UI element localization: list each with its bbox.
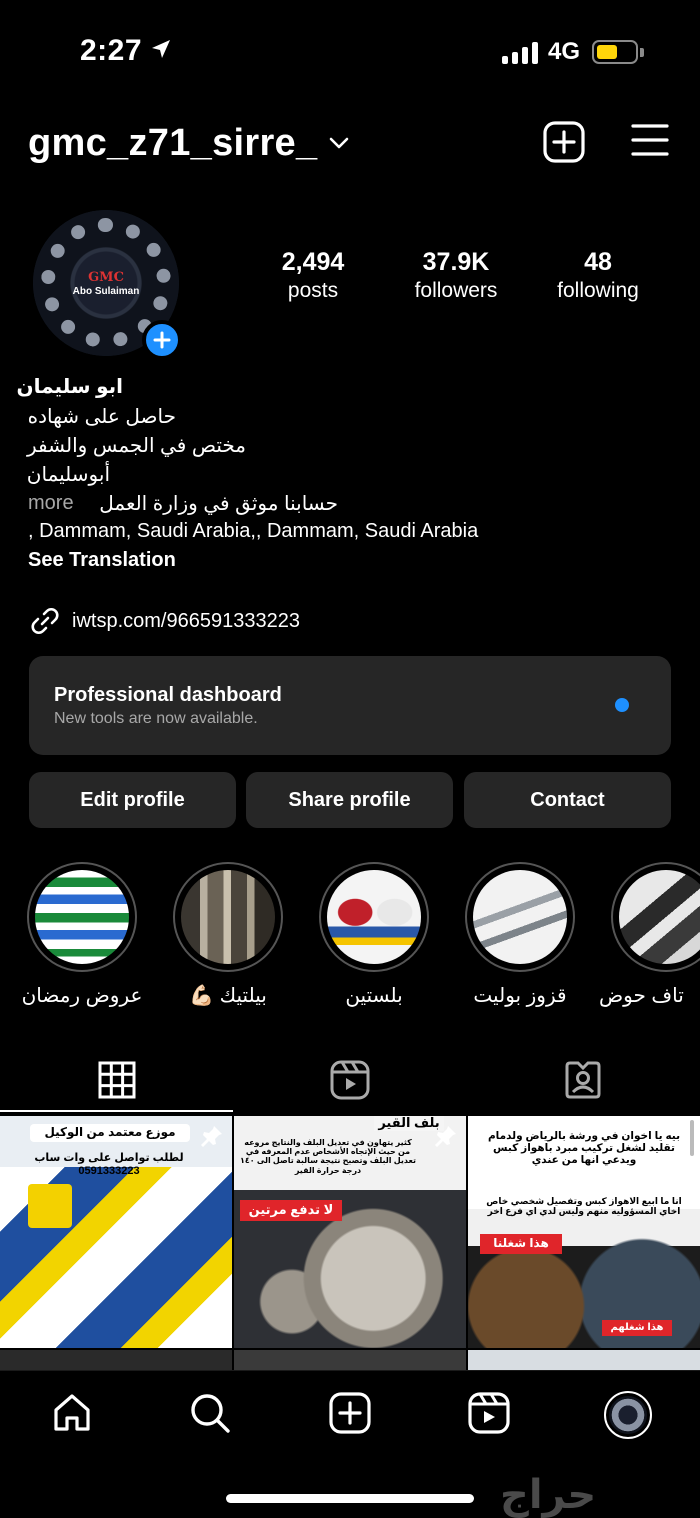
dashboard-subtitle: New tools are now available. bbox=[54, 710, 258, 727]
post-caption: بيه يا اخوان في ورشة بالرياض ولدمام تقلي… bbox=[487, 1130, 681, 1167]
battery-tip bbox=[640, 48, 644, 57]
stat-value: 48 bbox=[584, 248, 612, 276]
status-time: 2:27 bbox=[80, 34, 143, 67]
chevron-down-icon[interactable] bbox=[328, 136, 350, 150]
menu-icon[interactable] bbox=[630, 122, 670, 158]
highlight-label: بلستين bbox=[345, 985, 403, 1007]
tab-posts-grid[interactable] bbox=[0, 1050, 233, 1110]
tab-tagged[interactable] bbox=[466, 1050, 699, 1110]
post-badge: لا تدفع مرتين bbox=[240, 1200, 342, 1221]
scroll-indicator bbox=[690, 1120, 694, 1156]
plus-square-icon[interactable] bbox=[542, 120, 586, 164]
see-translation-link[interactable]: See Translation bbox=[28, 549, 176, 572]
contact-button[interactable]: Contact bbox=[464, 772, 671, 828]
reels-icon bbox=[330, 1060, 369, 1100]
qr-code bbox=[28, 1184, 72, 1228]
bio-line: حاصل على شهاده bbox=[27, 406, 176, 428]
reels-icon[interactable] bbox=[467, 1391, 511, 1435]
plus-icon bbox=[153, 331, 171, 349]
stat-followers[interactable]: 37.9K followers bbox=[400, 248, 512, 303]
location-arrow-icon bbox=[152, 40, 170, 58]
post-badge: هذا شغلنا bbox=[480, 1234, 562, 1254]
stat-posts[interactable]: 2,494 posts bbox=[262, 248, 364, 303]
avatar-brand: GMC bbox=[88, 270, 124, 285]
highlight-cover bbox=[473, 870, 567, 964]
post-thumbnail[interactable] bbox=[468, 1350, 700, 1370]
profile-tab-avatar[interactable] bbox=[604, 1391, 652, 1439]
highlight-label: بيلتيك 💪🏻 bbox=[189, 985, 267, 1007]
post-thumbnail[interactable]: بلف القير كثير يتهاون في تعديل البلف وال… bbox=[234, 1116, 466, 1348]
home-icon[interactable] bbox=[50, 1391, 94, 1435]
profile-tabs bbox=[0, 1050, 700, 1110]
stat-label: followers bbox=[414, 279, 498, 302]
highlight-label: تاف حوض bbox=[599, 985, 684, 1007]
pin-icon bbox=[435, 1126, 456, 1147]
professional-dashboard-card[interactable]: Professional dashboard New tools are now… bbox=[29, 656, 671, 755]
network-type: 4G bbox=[548, 38, 581, 65]
watermark-logo: حراج bbox=[500, 1472, 597, 1518]
bio-line: مختص في الجمس والشفر bbox=[27, 435, 246, 457]
add-story-button[interactable] bbox=[142, 320, 182, 360]
notification-dot bbox=[615, 698, 629, 712]
status-bar: 2:27 4G bbox=[0, 0, 700, 100]
active-tab-indicator bbox=[0, 1110, 233, 1112]
dashboard-title: Professional dashboard bbox=[54, 684, 282, 706]
grid-icon bbox=[98, 1061, 135, 1099]
stat-value: 37.9K bbox=[422, 248, 490, 276]
stat-value: 2,494 bbox=[281, 248, 345, 276]
more-link[interactable]: more bbox=[28, 492, 74, 515]
highlight-cover bbox=[181, 870, 275, 964]
create-icon[interactable] bbox=[328, 1391, 372, 1435]
link-icon bbox=[31, 608, 59, 634]
highlight-item[interactable]: تاف حوض bbox=[599, 862, 700, 1007]
highlight-item[interactable]: بلستين bbox=[319, 862, 429, 1007]
website-link[interactable]: iwtsp.com/966591333223 bbox=[28, 604, 300, 638]
search-icon[interactable] bbox=[188, 1391, 232, 1435]
highlight-item[interactable]: بيلتيك 💪🏻 bbox=[173, 862, 283, 1007]
post-caption: انا ما ابيع الاهواز كبس وتفصيل شخصي خاص … bbox=[486, 1196, 682, 1217]
signal-strength-icon bbox=[502, 42, 538, 64]
post-thumbnail[interactable] bbox=[0, 1350, 232, 1370]
tagged-icon bbox=[565, 1061, 600, 1099]
pin-icon bbox=[201, 1126, 222, 1147]
stat-following[interactable]: 48 following bbox=[544, 248, 652, 303]
post-thumbnail[interactable]: بيه يا اخوان في ورشة بالرياض ولدمام تقلي… bbox=[468, 1116, 700, 1348]
post-caption: موزع معتمد من الوكيل bbox=[30, 1124, 190, 1142]
website-url: iwtsp.com/966591333223 bbox=[72, 609, 300, 632]
bio-location: , Dammam, Saudi Arabia,, Dammam, Saudi A… bbox=[28, 520, 479, 542]
avatar-subtitle: Abo Sulaiman bbox=[72, 286, 140, 297]
post-thumbnail[interactable]: موزع معتمد من الوكيل لطلب تواصل على وات … bbox=[0, 1116, 232, 1348]
highlight-cover bbox=[619, 870, 700, 964]
stat-label: following bbox=[557, 279, 639, 302]
post-caption: لطلب تواصل على وات ساب 0591333223 bbox=[34, 1152, 184, 1177]
highlight-cover bbox=[327, 870, 421, 964]
post-thumbnail[interactable] bbox=[234, 1350, 466, 1370]
highlight-item[interactable]: عروض رمضان bbox=[22, 862, 142, 1007]
edit-profile-button[interactable]: Edit profile bbox=[29, 772, 236, 828]
highlight-label: قزوز بوليت bbox=[473, 985, 567, 1007]
highlight-cover bbox=[35, 870, 129, 964]
username-switcher[interactable]: gmc_z71_sirre_ bbox=[28, 122, 317, 165]
post-badge: هذا شغلهم bbox=[602, 1320, 672, 1336]
bio-line: حسابنا موثق في وزارة العمل bbox=[99, 493, 338, 515]
post-caption: كثير يتهاون في تعديل البلف والنتايج مروع… bbox=[239, 1138, 417, 1175]
highlight-label: عروض رمضان bbox=[21, 985, 143, 1007]
battery-icon bbox=[592, 40, 638, 64]
stat-label: posts bbox=[287, 279, 339, 302]
home-indicator bbox=[226, 1494, 474, 1503]
profile-header: gmc_z71_sirre_ bbox=[0, 110, 700, 180]
bio-line: أبوسليمان bbox=[26, 464, 110, 486]
highlight-item[interactable]: قزوز بوليت bbox=[465, 862, 575, 1007]
tab-reels[interactable] bbox=[233, 1050, 466, 1110]
share-profile-button[interactable]: Share profile bbox=[246, 772, 453, 828]
display-name: ابو سليمان bbox=[16, 376, 123, 398]
